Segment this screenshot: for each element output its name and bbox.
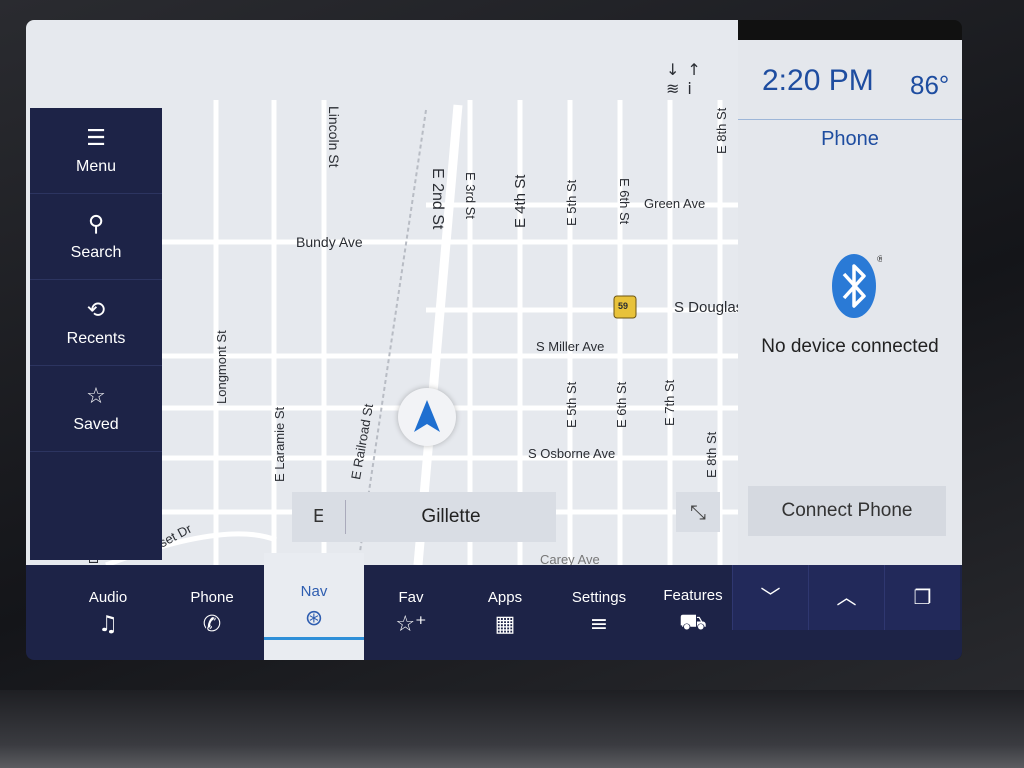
street-label: E Laramie St <box>272 406 287 482</box>
street-label: S Miller Ave <box>536 339 605 354</box>
street-label: E 7th St <box>662 379 677 426</box>
tab-apps[interactable]: Apps ▦ <box>458 565 552 660</box>
connectivity-icons: ↓↑ ≋i <box>666 60 709 98</box>
search-button[interactable]: ⚲ Search <box>30 194 162 280</box>
sliders-icon: ≡ <box>589 611 609 637</box>
saved-button[interactable]: ☆ Saved <box>30 366 162 452</box>
tab-label: Features <box>663 587 723 604</box>
phone-panel: 2:20 PM 86° Phone ® No device connected … <box>738 40 962 565</box>
saved-label: Saved <box>73 415 119 433</box>
outside-temperature: 86° <box>910 70 950 100</box>
street-label: E 6th St <box>617 178 632 225</box>
street-label: E 2nd St <box>429 168 446 230</box>
map-side-menu: ☰ Menu ⚲ Search ⟲ Recents ☆ Saved <box>30 108 162 560</box>
collapse-down-button[interactable]: ﹀ <box>732 565 808 630</box>
tab-label: Settings <box>571 588 627 606</box>
street-label: Lincoln St <box>326 106 342 168</box>
menu-icon: ☰ <box>86 125 106 151</box>
chevron-up-icon: ︿ <box>836 585 857 609</box>
street-label: E 8th St <box>714 107 729 154</box>
music-note-icon: ♫ <box>98 611 118 637</box>
infotainment-screen: Lincoln St E 2nd St E 3rd St E 4th St E … <box>26 20 962 660</box>
dashboard-trim <box>0 690 1024 768</box>
tab-fav[interactable]: Fav ☆⁺ <box>364 565 458 660</box>
menu-button[interactable]: ☰ Menu <box>30 108 162 194</box>
recents-icon: ⟲ <box>86 297 106 323</box>
expand-up-button[interactable]: ︿ <box>808 565 884 630</box>
street-label: E 5th St <box>564 381 579 428</box>
current-city: Gillette <box>421 506 481 527</box>
street-label: E 8th St <box>704 431 719 478</box>
search-icon: ⚲ <box>87 211 105 237</box>
tab-label: Fav <box>398 588 424 606</box>
search-label: Search <box>70 243 122 261</box>
street-label: S Douglas <box>674 299 738 316</box>
fullscreen-map-button[interactable]: ⤡ <box>676 492 720 532</box>
street-label: Bundy Ave <box>296 234 363 250</box>
phone-icon: ✆ <box>202 611 222 637</box>
street-label: E 5th St <box>564 179 579 226</box>
clock: 2:20 PM <box>762 64 874 97</box>
street-label: E 6th St <box>614 381 629 428</box>
tab-label: Nav <box>300 582 328 600</box>
tab-label: Audio <box>88 588 128 606</box>
tab-features[interactable]: Features ⛟ <box>646 565 740 660</box>
street-label: E 4th St <box>512 174 529 228</box>
tab-label: Apps <box>487 588 523 606</box>
recents-button[interactable]: ⟲ Recents <box>30 280 162 366</box>
status-bar: 2:20 PM 86° <box>738 40 962 120</box>
chevron-down-icon: ﹀ <box>760 585 781 609</box>
current-location-icon <box>398 388 456 446</box>
tab-audio[interactable]: Audio ♫ <box>56 565 160 660</box>
menu-label: Menu <box>75 157 117 175</box>
svg-text:®: ® <box>876 255 882 265</box>
tab-settings[interactable]: Settings ≡ <box>552 565 646 660</box>
bottom-navigation-bar: Audio ♫ Phone ✆ Nav ⊛ Fav ☆⁺ Apps ▦ Sett… <box>26 553 962 660</box>
street-label: Green Ave <box>644 196 706 211</box>
connection-status: No device connected <box>761 336 939 357</box>
heading-direction: E <box>292 500 346 534</box>
street-label: S Osborne Ave <box>528 446 616 461</box>
navigation-icon: ⊛ <box>304 605 324 631</box>
bluetooth-icon: ® <box>832 254 882 318</box>
expand-icon: ⤡ <box>690 500 706 524</box>
apps-grid-icon: ▦ <box>494 611 516 637</box>
window-switch-button[interactable]: ❐ <box>884 565 960 630</box>
street-label: Carey Ave <box>540 552 600 565</box>
copy-windows-icon: ❐ <box>913 585 932 609</box>
street-label: Longmont St <box>214 330 229 404</box>
tab-nav[interactable]: Nav ⊛ <box>264 553 364 660</box>
tab-label: Phone <box>190 588 234 606</box>
connect-phone-button[interactable]: Connect Phone <box>748 486 946 536</box>
star-icon: ☆ <box>86 383 106 409</box>
route-shield: 59 <box>618 301 629 311</box>
truck-icon: ⛟ <box>679 610 707 635</box>
recents-label: Recents <box>66 329 126 347</box>
destination-bar[interactable]: E Gillette <box>292 492 556 542</box>
street-label: E 3rd St <box>463 172 478 219</box>
phone-panel-title: Phone <box>821 128 879 150</box>
tab-phone[interactable]: Phone ✆ <box>160 565 264 660</box>
favorite-star-icon: ☆⁺ <box>395 611 427 637</box>
